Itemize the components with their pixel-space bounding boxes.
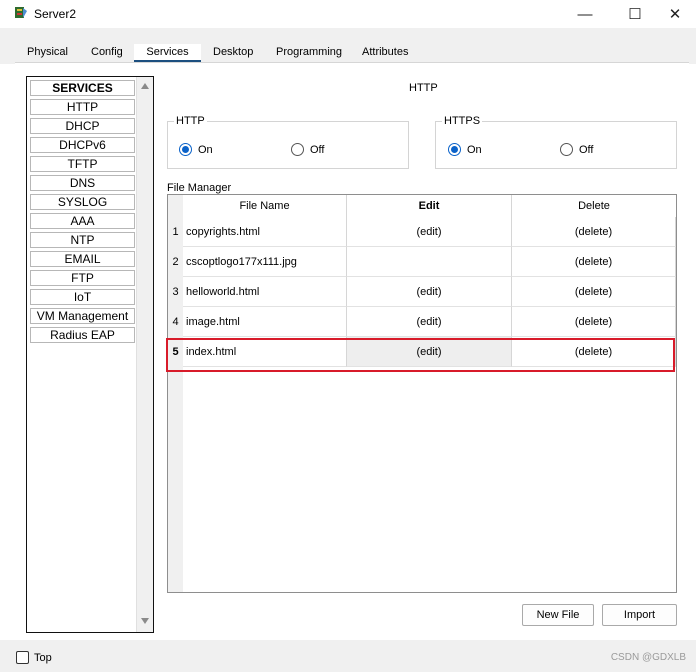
window-title: Server2 <box>34 7 77 21</box>
table-header: File Name Edit Delete <box>183 195 676 217</box>
delete-link[interactable]: (delete) <box>512 247 676 277</box>
file-name-cell: helloworld.html <box>183 277 347 307</box>
watermark: CSDN @GDXLB <box>610 652 686 663</box>
https-group-label: HTTPS <box>442 115 483 127</box>
minimize-button[interactable]: — <box>562 0 608 28</box>
file-manager-label: File Manager <box>167 182 232 194</box>
sidebar-item-ntp[interactable]: NTP <box>30 232 135 248</box>
top-checkbox[interactable] <box>16 651 29 664</box>
column-delete: Delete <box>578 200 610 212</box>
close-button[interactable]: ✕ <box>652 0 696 28</box>
sidebar-item-aaa[interactable]: AAA <box>30 213 135 229</box>
https-on-radio[interactable]: On <box>448 143 482 156</box>
http-group: HTTP On Off <box>167 116 409 169</box>
row-number: 2 <box>172 256 179 268</box>
title-bar: Server2 — ☐ ✕ <box>0 0 696 28</box>
radio-checked-icon <box>448 143 461 156</box>
radio-unchecked-icon <box>560 143 573 156</box>
tab-desktop[interactable]: Desktop <box>205 44 261 63</box>
column-file-name: File Name <box>183 195 347 217</box>
new-file-button[interactable]: New File <box>522 604 594 626</box>
http-off-label: Off <box>310 143 325 156</box>
table-row[interactable]: 4 image.html (edit) (delete) <box>168 307 676 337</box>
delete-link[interactable]: (delete) <box>512 277 676 307</box>
https-group: HTTPS On Off <box>435 116 677 169</box>
scroll-up-icon[interactable] <box>141 83 149 89</box>
top-label: Top <box>34 652 52 664</box>
tab-services[interactable]: Services <box>134 44 201 63</box>
http-group-label: HTTP <box>174 115 207 127</box>
delete-link[interactable]: (delete) <box>512 307 676 337</box>
http-on-label: On <box>198 143 213 156</box>
https-on-label: On <box>467 143 482 156</box>
row-number: 4 <box>172 316 179 328</box>
sidebar-item-email[interactable]: EMAIL <box>30 251 135 267</box>
edit-cell-empty <box>347 247 512 277</box>
tab-attributes[interactable]: Attributes <box>354 44 416 63</box>
sidebar-item-dns[interactable]: DNS <box>30 175 135 191</box>
server-app-icon <box>15 7 27 18</box>
file-name-cell: copyrights.html <box>183 217 347 247</box>
tab-bar: Physical Config Services Desktop Program… <box>0 28 696 64</box>
table-row[interactable]: 2 cscoptlogo177x111.jpg (delete) <box>168 247 676 277</box>
tab-physical[interactable]: Physical <box>19 44 76 63</box>
table-row[interactable]: 3 helloworld.html (edit) (delete) <box>168 277 676 307</box>
file-name-cell: image.html <box>183 307 347 337</box>
tab-config[interactable]: Config <box>83 44 131 63</box>
delete-link[interactable]: (delete) <box>512 217 676 247</box>
https-off-radio[interactable]: Off <box>560 143 593 156</box>
row-number: 3 <box>172 286 179 298</box>
sidebar-scrollbar[interactable] <box>136 77 153 632</box>
selection-highlight-box <box>166 338 675 372</box>
services-sidebar: SERVICES HTTP DHCP DHCPv6 TFTP DNS SYSLO… <box>26 76 154 633</box>
column-edit: Edit <box>347 195 512 217</box>
edit-link[interactable]: (edit) <box>347 277 512 307</box>
sidebar-item-syslog[interactable]: SYSLOG <box>30 194 135 210</box>
file-name-cell: cscoptlogo177x111.jpg <box>183 247 347 277</box>
sidebar-header-services: SERVICES <box>30 80 135 96</box>
file-table: File Name Edit Delete 1 copyrights.html … <box>167 194 677 593</box>
https-off-label: Off <box>579 143 594 156</box>
sidebar-item-dhcpv6[interactable]: DHCPv6 <box>30 137 135 153</box>
sidebar-item-dhcp[interactable]: DHCP <box>30 118 135 134</box>
edit-link[interactable]: (edit) <box>347 217 512 247</box>
import-button[interactable]: Import <box>602 604 677 626</box>
radio-unchecked-icon <box>291 143 304 156</box>
radio-checked-icon <box>179 143 192 156</box>
minimize-icon: — <box>577 5 593 23</box>
tab-programming[interactable]: Programming <box>268 44 350 63</box>
sidebar-item-radius-eap[interactable]: Radius EAP <box>30 327 135 343</box>
sidebar-item-iot[interactable]: IoT <box>30 289 135 305</box>
sidebar-item-tftp[interactable]: TFTP <box>30 156 135 172</box>
sidebar-item-vm-management[interactable]: VM Management <box>30 308 135 324</box>
maximize-icon: ☐ <box>628 6 642 23</box>
http-on-radio[interactable]: On <box>179 143 213 156</box>
services-list: SERVICES HTTP DHCP DHCPv6 TFTP DNS SYSLO… <box>27 77 135 343</box>
services-panel: SERVICES HTTP DHCP DHCPv6 TFTP DNS SYSLO… <box>15 62 689 639</box>
row-number: 1 <box>172 226 179 238</box>
scroll-down-icon[interactable] <box>141 618 149 624</box>
close-icon: ✕ <box>668 6 682 23</box>
table-row[interactable]: 1 copyrights.html (edit) (delete) <box>168 217 676 247</box>
sidebar-item-http[interactable]: HTTP <box>30 99 135 115</box>
http-off-radio[interactable]: Off <box>291 143 324 156</box>
sidebar-item-ftp[interactable]: FTP <box>30 270 135 286</box>
panel-heading: HTTP <box>409 82 438 94</box>
footer-bar: Top CSDN @GDXLB <box>0 640 696 672</box>
edit-link[interactable]: (edit) <box>347 307 512 337</box>
